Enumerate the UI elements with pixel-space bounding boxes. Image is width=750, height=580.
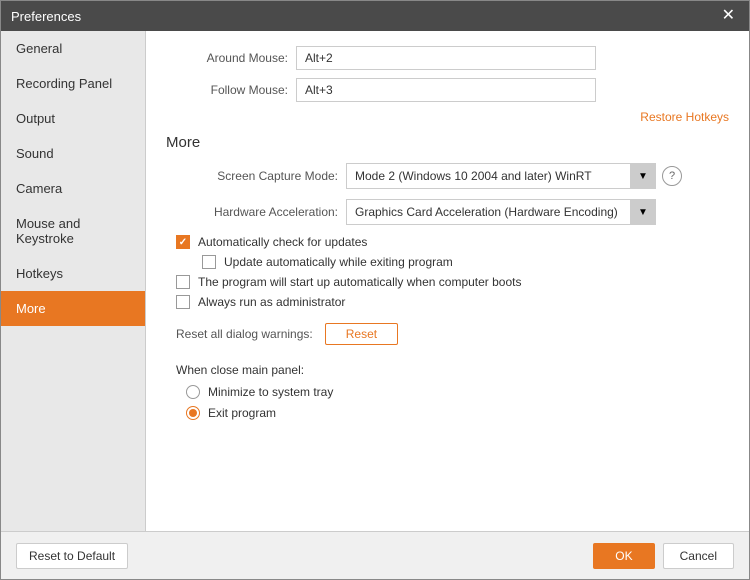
checkbox-run-admin-label: Always run as administrator bbox=[198, 295, 345, 309]
radio-row-minimize: Minimize to system tray bbox=[186, 385, 729, 399]
screen-capture-row: Screen Capture Mode: Mode 2 (Windows 10 … bbox=[166, 163, 729, 189]
footer-left: Reset to Default bbox=[16, 543, 128, 569]
preferences-window: Preferences ✕ General Recording Panel Ou… bbox=[0, 0, 750, 580]
reset-dialogs-label: Reset all dialog warnings: bbox=[176, 327, 313, 341]
around-mouse-input[interactable] bbox=[296, 46, 596, 70]
reset-dialogs-row: Reset all dialog warnings: Reset bbox=[176, 323, 729, 345]
reset-to-default-button[interactable]: Reset to Default bbox=[16, 543, 128, 569]
help-icon[interactable]: ? bbox=[662, 166, 682, 186]
hardware-accel-row: Hardware Acceleration: Graphics Card Acc… bbox=[166, 199, 729, 225]
ok-button[interactable]: OK bbox=[593, 543, 654, 569]
checkbox-row-run-admin: Always run as administrator bbox=[176, 295, 729, 309]
sidebar: General Recording Panel Output Sound Cam… bbox=[1, 31, 146, 531]
screen-capture-label: Screen Capture Mode: bbox=[166, 169, 346, 183]
main-content: General Recording Panel Output Sound Cam… bbox=[1, 31, 749, 531]
sidebar-item-more[interactable]: More bbox=[1, 291, 145, 326]
radio-minimize[interactable] bbox=[186, 385, 200, 399]
radio-row-exit: Exit program bbox=[186, 406, 729, 420]
sidebar-item-recording-panel[interactable]: Recording Panel bbox=[1, 66, 145, 101]
radio-exit[interactable] bbox=[186, 406, 200, 420]
checkbox-auto-start[interactable] bbox=[176, 275, 190, 289]
sidebar-item-camera[interactable]: Camera bbox=[1, 171, 145, 206]
checkbox-row-auto-start: The program will start up automatically … bbox=[176, 275, 729, 289]
checkbox-auto-update[interactable] bbox=[202, 255, 216, 269]
sidebar-item-hotkeys[interactable]: Hotkeys bbox=[1, 256, 145, 291]
content-area: Around Mouse: Follow Mouse: Restore Hotk… bbox=[146, 31, 749, 531]
sidebar-item-general[interactable]: General bbox=[1, 31, 145, 66]
close-window-button[interactable]: ✕ bbox=[718, 8, 739, 24]
hotkey-row-around-mouse: Around Mouse: bbox=[166, 46, 729, 70]
sidebar-item-sound[interactable]: Sound bbox=[1, 136, 145, 171]
radio-exit-label: Exit program bbox=[208, 406, 276, 420]
cancel-button[interactable]: Cancel bbox=[663, 543, 734, 569]
sidebar-item-output[interactable]: Output bbox=[1, 101, 145, 136]
screen-capture-select[interactable]: Mode 2 (Windows 10 2004 and later) WinRT bbox=[346, 163, 656, 189]
footer: Reset to Default OK Cancel bbox=[1, 531, 749, 579]
reset-dialogs-button[interactable]: Reset bbox=[325, 323, 398, 345]
sidebar-item-mouse-keystroke[interactable]: Mouse and Keystroke bbox=[1, 206, 145, 256]
checkbox-run-admin[interactable] bbox=[176, 295, 190, 309]
close-panel-section: When close main panel: Minimize to syste… bbox=[176, 363, 729, 427]
hardware-accel-label: Hardware Acceleration: bbox=[166, 205, 346, 219]
checkbox-auto-update-label: Update automatically while exiting progr… bbox=[224, 255, 453, 269]
checkbox-auto-start-label: The program will start up automatically … bbox=[198, 275, 521, 289]
restore-hotkeys-link[interactable]: Restore Hotkeys bbox=[166, 110, 729, 124]
close-panel-label: When close main panel: bbox=[176, 363, 729, 377]
hardware-accel-select[interactable]: Graphics Card Acceleration (Hardware Enc… bbox=[346, 199, 656, 225]
title-bar: Preferences ✕ bbox=[1, 1, 749, 31]
hotkey-row-follow-mouse: Follow Mouse: bbox=[166, 78, 729, 102]
checkbox-row-auto-update: Update automatically while exiting progr… bbox=[202, 255, 729, 269]
follow-mouse-label: Follow Mouse: bbox=[166, 83, 296, 97]
radio-minimize-label: Minimize to system tray bbox=[208, 385, 333, 399]
checkbox-auto-check-label: Automatically check for updates bbox=[198, 235, 367, 249]
around-mouse-label: Around Mouse: bbox=[166, 51, 296, 65]
screen-capture-select-wrapper: Mode 2 (Windows 10 2004 and later) WinRT… bbox=[346, 163, 656, 189]
follow-mouse-input[interactable] bbox=[296, 78, 596, 102]
footer-right: OK Cancel bbox=[593, 543, 734, 569]
window-title: Preferences bbox=[11, 9, 81, 24]
checkbox-auto-check[interactable] bbox=[176, 235, 190, 249]
checkbox-row-auto-check: Automatically check for updates bbox=[176, 235, 729, 249]
section-title: More bbox=[166, 134, 729, 151]
hardware-accel-select-wrapper: Graphics Card Acceleration (Hardware Enc… bbox=[346, 199, 656, 225]
